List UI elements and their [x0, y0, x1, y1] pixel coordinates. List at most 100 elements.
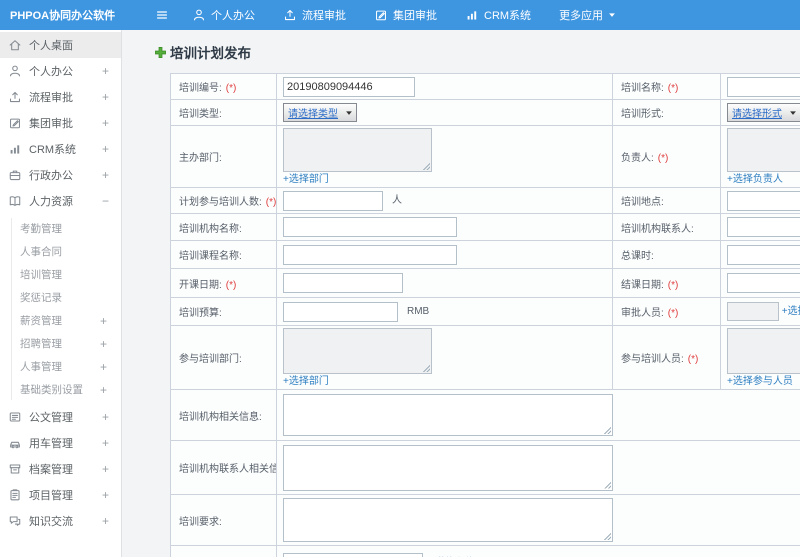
training-name-input[interactable]	[727, 76, 800, 97]
sidebar-item-hr-contract[interactable]: 人事合同	[0, 240, 121, 263]
expand-icon[interactable]: +	[100, 338, 107, 350]
sidebar-item-base-category-settings[interactable]: 基础类别设置 +	[0, 378, 121, 401]
sidebar-item-group-approval[interactable]: 集团审批 +	[0, 110, 121, 136]
expand-icon[interactable]: +	[102, 515, 109, 527]
form-row: 培训要求:	[170, 494, 800, 546]
menu-toggle-button[interactable]	[152, 5, 172, 25]
host-dept-box[interactable]	[283, 128, 432, 172]
sidebar-item-workflow-approval[interactable]: 流程审批 +	[0, 84, 121, 110]
sidebar-item-label: 公文管理	[29, 412, 73, 424]
top-nav: 个人办公 流程审批 集团审批 CRM系统 更多应用	[192, 7, 616, 23]
sidebar-item-attendance-mgmt[interactable]: 考勤管理	[0, 217, 121, 240]
sidebar: 个人桌面 个人办公 + 流程审批 + 集团审批 + CRM系统 + 行政办公 +…	[0, 30, 122, 557]
requirement-textarea[interactable]	[283, 498, 613, 542]
nav-group-approval[interactable]: 集团审批	[374, 7, 437, 23]
org-info-textarea[interactable]	[283, 394, 613, 436]
total-hours-input[interactable]	[727, 244, 800, 265]
select-leader-link[interactable]: +选择负责人	[727, 175, 783, 185]
expand-icon[interactable]: +	[102, 463, 109, 475]
org-name-input[interactable]	[283, 217, 457, 237]
briefcase-icon	[8, 168, 22, 182]
expand-icon[interactable]: +	[102, 411, 109, 423]
training-type-select[interactable]: 请选择类型	[283, 103, 357, 122]
approver-box[interactable]	[727, 302, 779, 321]
select-dept-link[interactable]: +选择部门	[283, 175, 329, 185]
sidebar-item-admin-office[interactable]: 行政办公 +	[0, 162, 121, 188]
sidebar-item-label: CRM系统	[29, 144, 77, 156]
hr-submenu: 考勤管理 人事合同 培训管理 奖惩记录 薪资管理 + 招聘管理 + 人事管理 +…	[0, 214, 121, 404]
sidebar-item-knowledge-exchange[interactable]: 知识交流 +	[0, 508, 121, 534]
expand-icon[interactable]: +	[102, 169, 109, 181]
label-training-name: 培训名称: (*)	[612, 73, 721, 100]
form-row: 计划参与培训人数: (*) 人 培训地点:	[170, 187, 800, 214]
label-attachment: 附件文档:	[170, 545, 277, 557]
collapse-icon[interactable]: −	[102, 195, 109, 207]
sidebar-item-crm-system[interactable]: CRM系统 +	[0, 136, 121, 162]
sidebar-item-vehicle-mgmt[interactable]: 用车管理 +	[0, 430, 121, 456]
label-budget: 培训预算:	[170, 297, 277, 326]
form-row: 附件文档: +附件上传	[170, 545, 800, 557]
sidebar-item-archive-mgmt[interactable]: 档案管理 +	[0, 456, 121, 482]
select-approver-link[interactable]: +选择审批人员	[782, 306, 800, 317]
expand-icon[interactable]: +	[102, 437, 109, 449]
select-dept-link[interactable]: +选择部门	[283, 377, 329, 387]
expand-icon[interactable]: +	[102, 117, 109, 129]
sidebar-item-label: 个人桌面	[29, 40, 73, 52]
expand-icon[interactable]: +	[102, 489, 109, 501]
course-name-input[interactable]	[283, 244, 457, 265]
join-dept-box[interactable]	[283, 328, 432, 374]
sidebar-item-project-mgmt[interactable]: 项目管理 +	[0, 482, 121, 508]
sidebar-item-label: 奖惩记录	[20, 292, 62, 304]
sidebar-item-label: 基础类别设置	[20, 384, 83, 396]
expand-icon[interactable]: +	[102, 91, 109, 103]
book-icon	[8, 194, 22, 208]
top-bar: PHPOA协同办公软件 个人办公 流程审批 集团审批 CRM系统 更多应用	[0, 0, 800, 30]
nav-workflow-approval[interactable]: 流程审批	[283, 7, 346, 23]
join-people-box[interactable]	[727, 328, 800, 374]
form-row: 培训机构名称: 培训机构联系人:	[170, 213, 800, 241]
nav-more-apps[interactable]: 更多应用	[559, 7, 616, 23]
expand-icon[interactable]: +	[100, 384, 107, 396]
leader-box[interactable]	[727, 128, 800, 172]
sidebar-item-salary-mgmt[interactable]: 薪资管理 +	[0, 309, 121, 332]
add-plus-icon	[154, 46, 167, 59]
sidebar-item-reward-punishment[interactable]: 奖惩记录	[0, 286, 121, 309]
attachment-input[interactable]	[283, 552, 423, 557]
budget-input[interactable]	[283, 301, 398, 322]
sidebar-item-personnel-mgmt[interactable]: 人事管理 +	[0, 355, 121, 378]
sidebar-item-training-mgmt[interactable]: 培训管理	[0, 263, 121, 286]
sidebar-item-personal-desktop[interactable]: 个人桌面	[0, 32, 121, 58]
edit-icon	[374, 8, 388, 22]
end-date-input[interactable]	[727, 273, 800, 293]
sidebar-item-document-mgmt[interactable]: 公文管理 +	[0, 404, 121, 430]
location-input[interactable]	[727, 190, 800, 211]
required-mark: (*)	[687, 354, 699, 365]
sidebar-item-personal-office[interactable]: 个人办公 +	[0, 58, 121, 84]
start-date-input[interactable]	[283, 273, 403, 293]
org-contact-input[interactable]	[727, 217, 800, 237]
select-join-people-link[interactable]: +选择参与人员	[727, 377, 793, 387]
expand-icon[interactable]: +	[100, 315, 107, 327]
plan-count-input[interactable]	[283, 190, 383, 211]
upload-icon	[283, 8, 297, 22]
org-contact-info-textarea[interactable]	[283, 444, 613, 491]
sidebar-item-recruit-mgmt[interactable]: 招聘管理 +	[0, 332, 121, 355]
nav-personal-office[interactable]: 个人办公	[192, 7, 255, 23]
expand-icon[interactable]: +	[100, 361, 107, 373]
archive-icon	[8, 462, 22, 476]
user-icon	[192, 8, 206, 22]
label-leader: 负责人: (*)	[612, 125, 721, 188]
training-no-input[interactable]	[283, 76, 415, 97]
expand-icon[interactable]: +	[102, 65, 109, 77]
home-icon	[8, 38, 22, 52]
expand-icon[interactable]: +	[102, 143, 109, 155]
sidebar-item-human-resources[interactable]: 人力资源 −	[0, 188, 121, 214]
caret-down-icon	[789, 109, 797, 117]
label-host-dept: 主办部门:	[170, 125, 277, 188]
sidebar-item-label: 人事合同	[20, 246, 62, 258]
training-form-select[interactable]: 请选择形式	[727, 103, 800, 122]
form-row: 主办部门: +选择部门 负责人: (*) +选择负责人	[170, 125, 800, 188]
bar-chart-icon	[8, 142, 22, 156]
nav-crm-system[interactable]: CRM系统	[465, 7, 531, 23]
sidebar-item-label: 薪资管理	[20, 315, 62, 327]
